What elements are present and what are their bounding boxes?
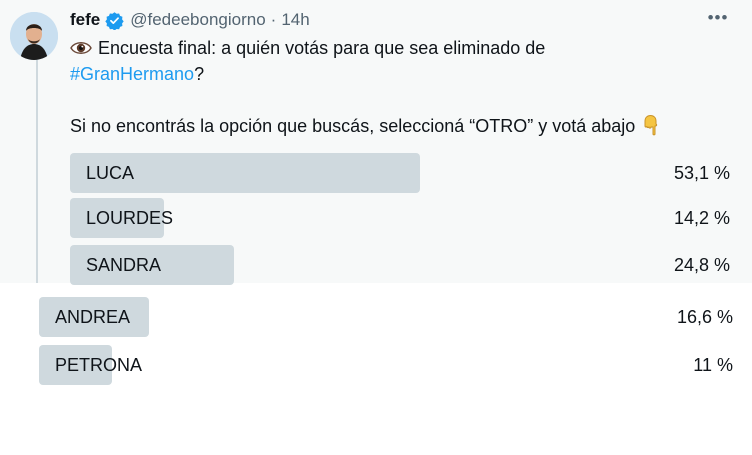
poll-option[interactable]: PETRONA 11 % xyxy=(39,345,733,385)
hashtag-suffix: ? xyxy=(194,64,205,84)
user-handle[interactable]: @fedeebongiorno xyxy=(130,10,265,30)
poll-option[interactable]: LUCA 53,1 % xyxy=(70,153,730,193)
more-icon[interactable]: ••• xyxy=(704,8,732,32)
verified-badge-icon xyxy=(105,11,124,30)
eye-icon xyxy=(70,40,92,61)
tweet-card: fefe @fedeebongiorno · 14h ••• Encuesta … xyxy=(0,0,752,283)
pointing-down-hand-icon xyxy=(641,114,661,141)
tweet-text-line-3: Si no encontrás la opción que buscás, se… xyxy=(70,114,661,141)
poll-option-label: LUCA xyxy=(86,163,135,183)
hashtag-link[interactable]: #GranHermano xyxy=(70,64,194,84)
poll-option-percent: 53,1 % xyxy=(673,163,730,183)
poll-option[interactable]: ANDREA 16,6 % xyxy=(39,297,733,337)
tweet-text: Encuesta final: a quién votás para que s… xyxy=(98,38,546,58)
header-separator: · xyxy=(270,10,277,29)
poll-option-label: SANDRA xyxy=(86,255,162,275)
poll-option[interactable]: SANDRA 24,8 % xyxy=(70,245,730,285)
poll-option-percent: 16,6 % xyxy=(676,307,733,327)
poll-option-label: LOURDES xyxy=(86,208,174,228)
poll-option-label: PETRONA xyxy=(55,355,143,375)
poll-option-percent: 14,2 % xyxy=(673,208,730,228)
poll-option-percent: 11 % xyxy=(693,355,733,375)
timestamp[interactable]: 14h xyxy=(281,10,309,30)
display-name[interactable]: fefe xyxy=(70,10,100,30)
tweet-instructions: Si no encontrás la opción que buscás, se… xyxy=(70,116,636,136)
thread-line xyxy=(36,60,38,283)
poll-option-label: ANDREA xyxy=(55,307,131,327)
avatar[interactable] xyxy=(10,12,58,60)
poll-option[interactable]: LOURDES 14,2 % xyxy=(70,198,730,238)
tweet-text-line-2: #GranHermano? xyxy=(70,64,204,85)
tweet-text-line-1: Encuesta final: a quién votás para que s… xyxy=(70,38,545,61)
tweet-header: fefe @fedeebongiorno · 14h xyxy=(70,8,310,32)
poll-option-percent: 24,8 % xyxy=(673,255,730,275)
